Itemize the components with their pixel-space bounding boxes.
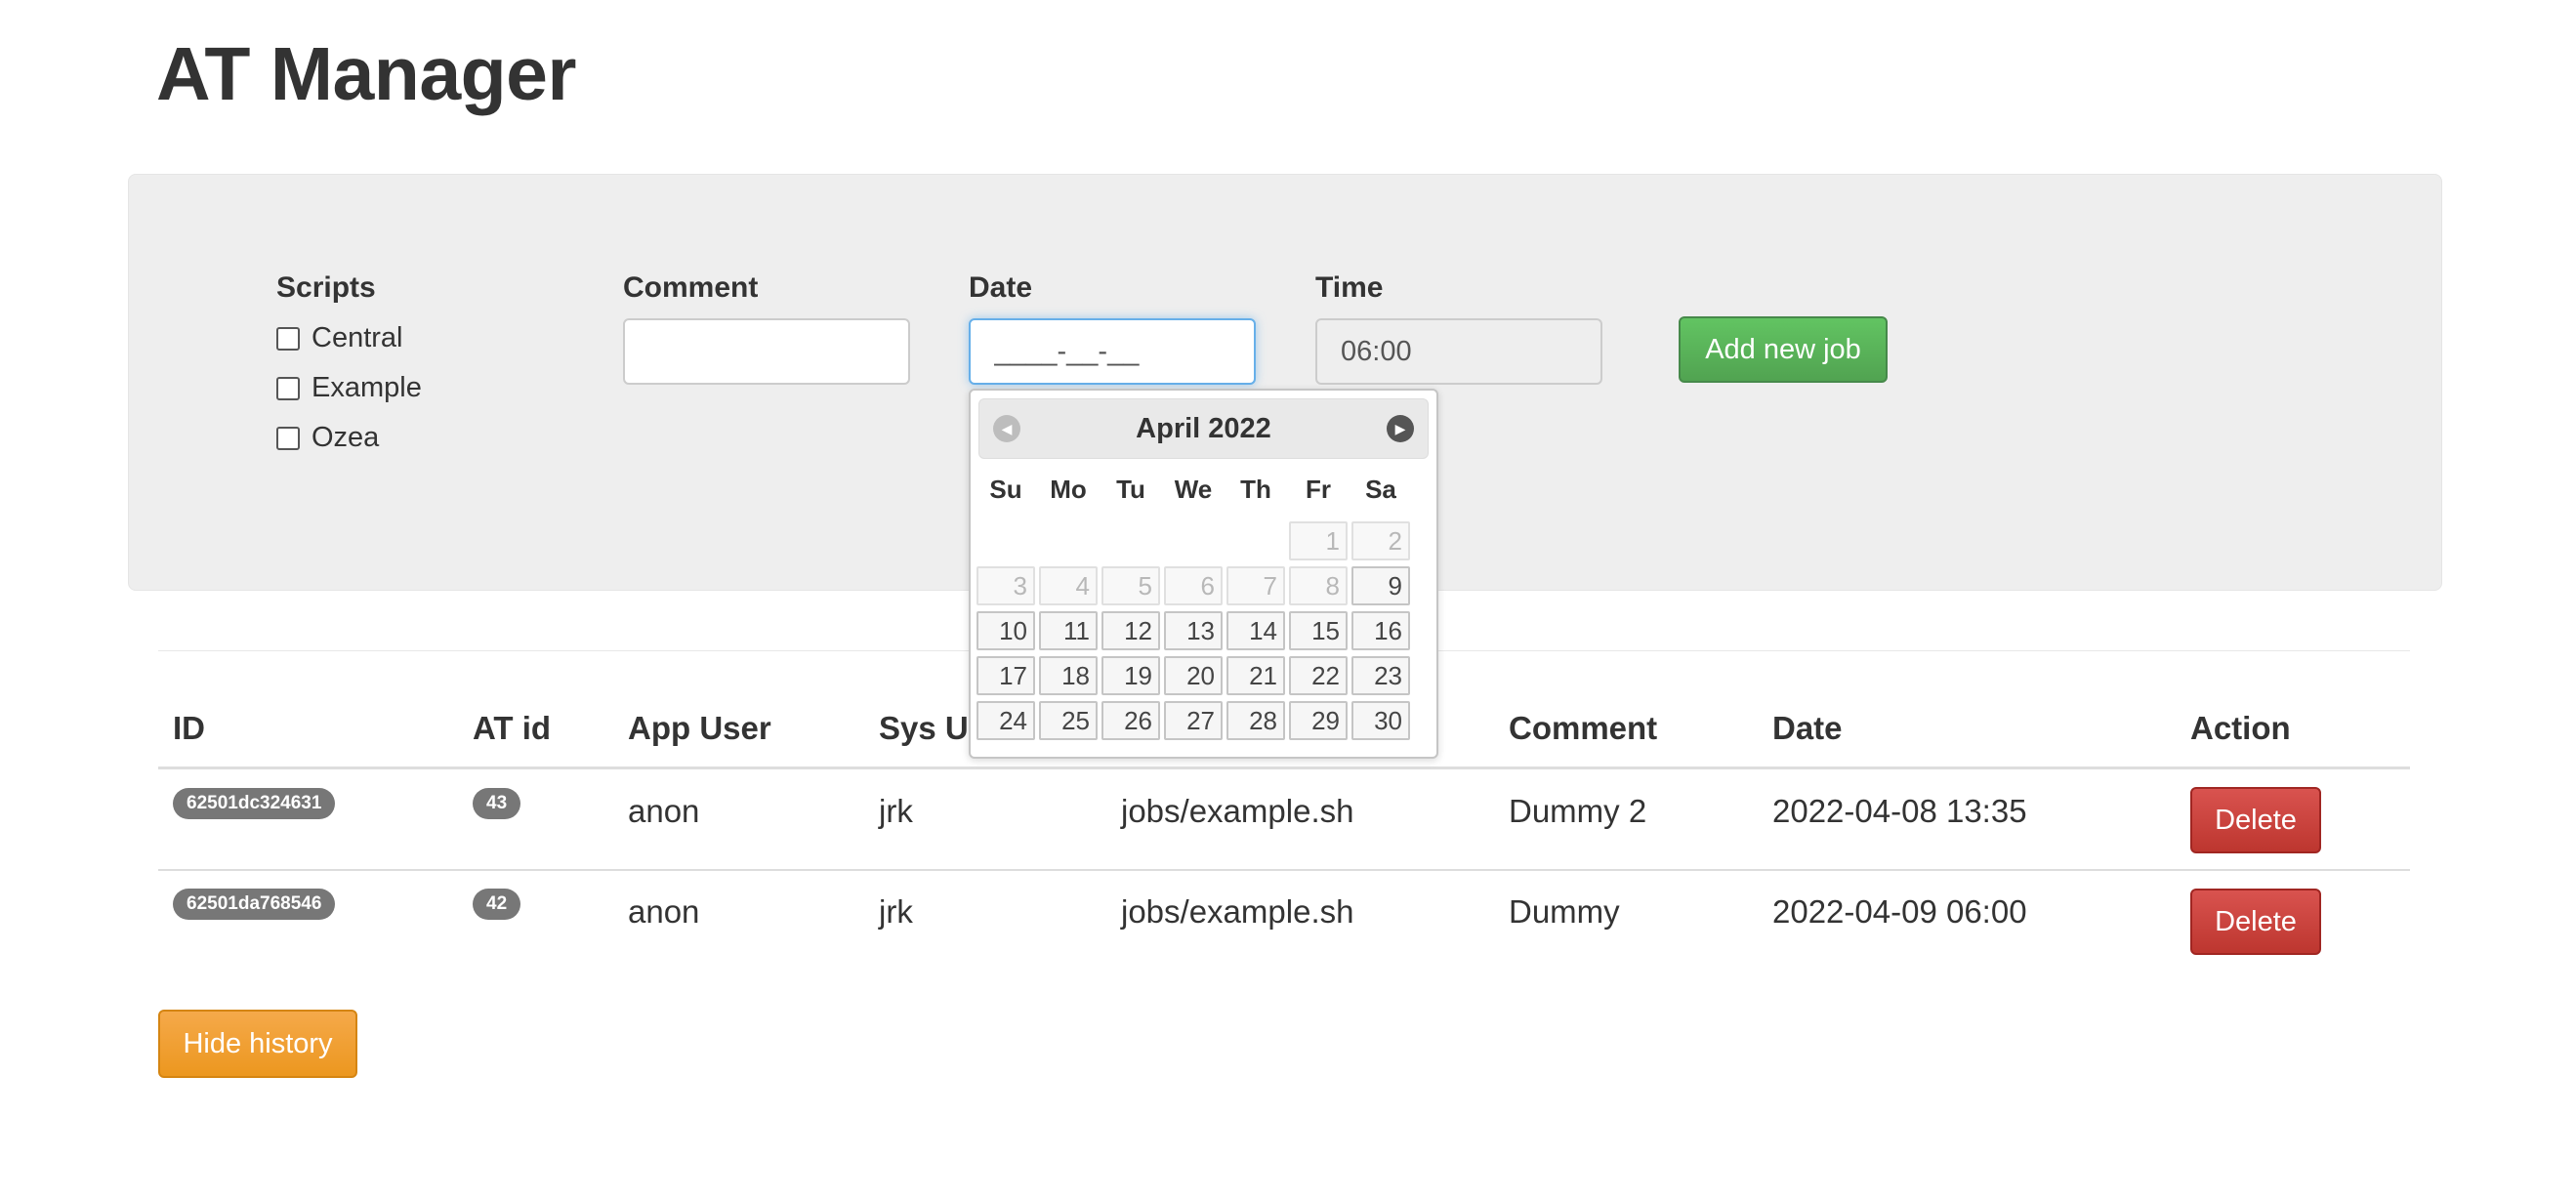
script-checkbox-example[interactable]: Example — [276, 372, 422, 404]
calendar-day[interactable]: 17 — [976, 656, 1035, 695]
script-label: Central — [312, 322, 403, 353]
column-header-app-user: App User — [628, 710, 771, 746]
weekday-header: Tu — [1116, 475, 1145, 504]
comment-input[interactable] — [623, 318, 910, 385]
calendar-day[interactable]: 22 — [1289, 656, 1348, 695]
calendar-day[interactable]: 19 — [1101, 656, 1160, 695]
checkbox[interactable] — [276, 376, 300, 400]
calendar-day[interactable]: 16 — [1351, 611, 1410, 650]
date-input[interactable] — [969, 318, 1256, 385]
script-cell: jobs/example.sh — [1121, 893, 1354, 930]
app-user-cell: anon — [628, 793, 700, 829]
calendar-day[interactable]: 9 — [1351, 566, 1410, 605]
calendar-day: 5 — [1101, 566, 1160, 605]
calendar-day[interactable]: 18 — [1039, 656, 1098, 695]
time-input[interactable] — [1315, 318, 1602, 385]
table-row-rule — [158, 869, 2410, 871]
weekday-header: Su — [989, 475, 1022, 504]
calendar-day[interactable]: 25 — [1039, 701, 1098, 740]
calendar-day[interactable]: 21 — [1226, 656, 1285, 695]
calendar-day[interactable]: 20 — [1164, 656, 1223, 695]
comment-cell: Dummy — [1509, 893, 1620, 930]
weekday-header: Mo — [1050, 475, 1087, 504]
datepicker-header: ◀ April 2022 ▶ — [978, 398, 1429, 459]
at-id-badge: 42 — [473, 889, 521, 920]
calendar-day: 6 — [1164, 566, 1223, 605]
page-title: AT Manager — [156, 32, 576, 116]
calendar-day[interactable]: 23 — [1351, 656, 1410, 695]
calendar-day: 3 — [976, 566, 1035, 605]
table-header-rule — [158, 766, 2410, 769]
column-header-action: Action — [2190, 710, 2291, 746]
calendar-day: 7 — [1226, 566, 1285, 605]
job-id-badge: 62501da768546 — [173, 889, 336, 920]
date-cell: 2022-04-09 06:00 — [1772, 893, 2027, 930]
calendar-day: 1 — [1289, 521, 1348, 560]
datepicker-popup: ◀ April 2022 ▶ Su Mo Tu We Th Fr Sa 1 2 3 4 5 6 7 8 9 10… — [969, 389, 1438, 759]
calendar-day[interactable]: 28 — [1226, 701, 1285, 740]
datepicker-month-title: April 2022 — [1136, 413, 1271, 444]
script-label: Ozea — [312, 422, 380, 453]
comment-cell: Dummy 2 — [1509, 793, 1647, 829]
calendar-day: 4 — [1039, 566, 1098, 605]
calendar-day[interactable]: 29 — [1289, 701, 1348, 740]
calendar-day[interactable]: 24 — [976, 701, 1035, 740]
script-checkbox-central[interactable]: Central — [276, 322, 403, 354]
date-cell: 2022-04-08 13:35 — [1772, 793, 2027, 829]
scripts-label: Scripts — [276, 271, 376, 304]
at-id-badge: 43 — [473, 788, 521, 819]
app-user-cell: anon — [628, 893, 700, 930]
calendar-day[interactable]: 11 — [1039, 611, 1098, 650]
calendar-day[interactable]: 12 — [1101, 611, 1160, 650]
add-new-job-button[interactable]: Add new job — [1679, 316, 1888, 383]
circle-triangle-right-icon[interactable]: ▶ — [1387, 415, 1414, 442]
script-cell: jobs/example.sh — [1121, 793, 1354, 829]
time-label: Time — [1315, 271, 1384, 304]
column-header-comment: Comment — [1509, 710, 1658, 746]
calendar-day[interactable]: 13 — [1164, 611, 1223, 650]
calendar-day[interactable]: 15 — [1289, 611, 1348, 650]
weekday-header: Fr — [1306, 475, 1331, 504]
column-header-id: ID — [173, 710, 205, 746]
weekday-header: Th — [1240, 475, 1271, 504]
weekday-header: Sa — [1365, 475, 1396, 504]
script-label: Example — [312, 372, 422, 403]
comment-label: Comment — [623, 271, 759, 304]
date-label: Date — [969, 271, 1033, 304]
calendar-day[interactable]: 27 — [1164, 701, 1223, 740]
weekday-header: We — [1174, 475, 1213, 504]
delete-button[interactable]: Delete — [2190, 889, 2321, 955]
calendar-day[interactable]: 10 — [976, 611, 1035, 650]
calendar-day[interactable]: 30 — [1351, 701, 1410, 740]
checkbox[interactable] — [276, 426, 300, 450]
sys-user-cell: jrk — [879, 793, 913, 829]
job-id-badge: 62501dc324631 — [173, 788, 336, 819]
sys-user-cell: jrk — [879, 893, 913, 930]
delete-button[interactable]: Delete — [2190, 787, 2321, 853]
checkbox[interactable] — [276, 326, 300, 351]
calendar-day: 8 — [1289, 566, 1348, 605]
column-header-date: Date — [1772, 710, 1843, 746]
calendar-day: 2 — [1351, 521, 1410, 560]
calendar-day[interactable]: 14 — [1226, 611, 1285, 650]
script-checkbox-ozea[interactable]: Ozea — [276, 422, 379, 454]
calendar-day[interactable]: 26 — [1101, 701, 1160, 740]
column-header-at-id: AT id — [473, 710, 552, 746]
hide-history-button[interactable]: Hide history — [158, 1010, 357, 1078]
